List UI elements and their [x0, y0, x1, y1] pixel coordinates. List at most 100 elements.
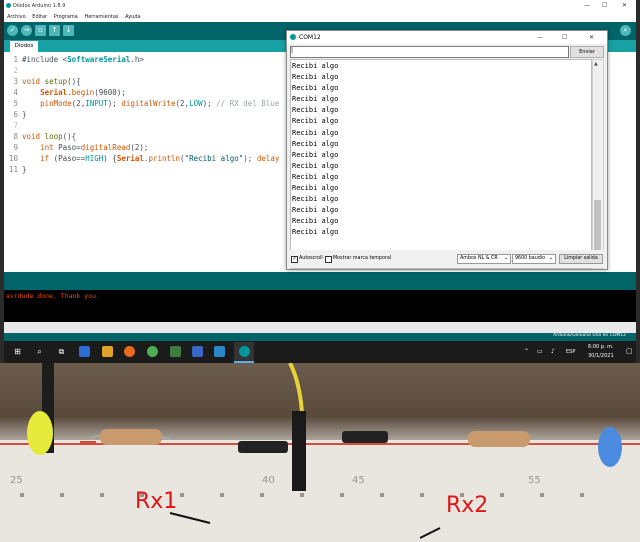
- firefox-icon[interactable]: [124, 346, 135, 357]
- close-icon[interactable]: ✕: [622, 2, 627, 9]
- line-number: 4: [13, 88, 18, 97]
- board-status: Arduino/Genuino Uno en COM12: [4, 333, 636, 341]
- notifications-icon[interactable]: ▢: [626, 347, 633, 355]
- code-line-10: if (Paso==HIGH) {Serial.println("Recibi …: [40, 154, 280, 163]
- arduino-taskbar-icon[interactable]: [234, 342, 254, 363]
- autoscroll-label: Autoscroll: [299, 256, 323, 261]
- timestamp-checkbox[interactable]: [325, 256, 332, 263]
- send-button[interactable]: Enviar: [570, 46, 604, 58]
- arduino-app-icon: [6, 3, 11, 8]
- serial-line: Recibi algo: [292, 139, 339, 148]
- serial-line: Recibi algo: [292, 161, 339, 170]
- baud-select[interactable]: 9600 baudio ⌄: [512, 254, 556, 264]
- line-number: 5: [13, 99, 18, 108]
- serial-send-input[interactable]: |: [290, 46, 569, 58]
- serial-line: Recibi algo: [292, 128, 339, 137]
- new-sketch-icon[interactable]: ▫: [35, 25, 46, 36]
- upload-icon[interactable]: →: [21, 25, 32, 36]
- close-icon[interactable]: ✕: [589, 34, 594, 41]
- timestamp-label: Mostrar marca temporal: [333, 256, 392, 261]
- serial-line: Recibi algo: [292, 228, 339, 237]
- code-line-9: int Paso=digitalRead(2);: [40, 143, 149, 152]
- language-indicator[interactable]: ESP: [566, 349, 575, 355]
- line-number: 3: [13, 77, 18, 86]
- line-number: 6: [13, 110, 18, 119]
- line-number: 10: [8, 154, 18, 163]
- menu-editar[interactable]: Editar: [32, 14, 47, 20]
- serial-titlebar: COM12 — ☐ ✕: [287, 31, 607, 44]
- serial-title: COM12: [299, 34, 321, 41]
- clear-output-button[interactable]: Limpiar salida: [559, 254, 603, 264]
- serial-line: Recibi algo: [292, 150, 339, 159]
- menu-herramientas[interactable]: Herramientas: [84, 14, 118, 20]
- serial-lines: Recibi algo Recibi algo Recibi algo Recibi …: [291, 60, 591, 239]
- save-sketch-icon[interactable]: ↓: [63, 25, 74, 36]
- menu-programa[interactable]: Programa: [54, 14, 78, 20]
- code-line-4: Serial.begin(9600);: [40, 88, 126, 97]
- menu-ayuda[interactable]: Ayuda: [125, 14, 140, 20]
- maximize-icon[interactable]: ☐: [602, 2, 607, 9]
- baud-value: 9600 baudio: [515, 256, 546, 261]
- minimize-icon[interactable]: —: [537, 34, 543, 41]
- word-icon[interactable]: [214, 346, 225, 357]
- serial-line: Recibi algo: [292, 95, 339, 104]
- code-line-5: pinMode(2,INPUT); digitalWrite(2,LOW); /…: [40, 99, 280, 108]
- mail-icon[interactable]: [192, 346, 203, 357]
- serial-line: Recibi algo: [292, 106, 339, 115]
- file-explorer-icon[interactable]: [102, 346, 113, 357]
- serial-monitor-window: COM12 — ☐ ✕ | Enviar Recibi algo Recibi a…: [286, 30, 608, 270]
- search-icon[interactable]: ⌕: [34, 346, 45, 357]
- message-bar: [4, 272, 636, 290]
- line-number: 1: [13, 55, 18, 64]
- menu-archivo[interactable]: Archivo: [7, 14, 26, 20]
- ide-titlebar: Diodos Arduino 1.8.9 — ☐ ✕: [4, 0, 636, 12]
- code-line-11: }: [22, 165, 27, 174]
- autoscroll-checkbox[interactable]: ✓: [291, 256, 298, 263]
- tab-diodos[interactable]: Diodos: [10, 41, 38, 52]
- serial-line: Recibi algo: [292, 117, 339, 126]
- chevron-down-icon: ⌄: [548, 256, 553, 261]
- tray-up-icon[interactable]: ⌃: [524, 348, 529, 355]
- serial-line: Recibi algo: [292, 84, 339, 93]
- serial-options-bar: ✓ Autoscroll Mostrar marca temporal Ambo…: [287, 250, 607, 268]
- network-icon[interactable]: ▭: [537, 348, 543, 355]
- clock-time[interactable]: 6:00 p. m.: [588, 344, 614, 350]
- breadboard-photo: 25 40 45 55 Rx1 Rx2: [0, 363, 640, 542]
- serial-line: Recibi algo: [292, 195, 339, 204]
- serial-output[interactable]: Recibi algo Recibi algo Recibi algo Recibi …: [290, 59, 592, 269]
- serial-line: Recibi algo: [292, 172, 339, 181]
- windows-taskbar: ⊞ ⌕ ⧉ ⌃ ▭ ♪ ESP 6:00 p. m. 30/1/2021 ▢: [4, 341, 636, 363]
- maximize-icon[interactable]: ☐: [562, 34, 567, 41]
- code-line-3: void setup(){: [22, 77, 81, 86]
- board-status-text: Arduino/Genuino Uno en COM12: [553, 333, 626, 338]
- serial-line: Recibi algo: [292, 206, 339, 215]
- open-sketch-icon[interactable]: ↑: [49, 25, 60, 36]
- line-ending-value: Ambos NL & CR: [460, 256, 498, 261]
- serial-line: Recibi algo: [292, 62, 339, 70]
- line-number: 8: [13, 132, 18, 141]
- label-rx2: Rx2: [446, 493, 489, 518]
- verify-icon[interactable]: ✓: [7, 25, 18, 36]
- serial-line: Recibi algo: [292, 184, 339, 193]
- ide-title: Diodos Arduino 1.8.9: [13, 3, 66, 9]
- line-number: 9: [13, 143, 18, 152]
- windows-start-icon[interactable]: ⊞: [12, 346, 23, 357]
- minimize-icon[interactable]: —: [584, 2, 590, 9]
- ide-menubar: Archivo Editar Programa Herramientas Ayu…: [4, 12, 636, 22]
- line-ending-select[interactable]: Ambos NL & CR ⌄: [457, 254, 511, 264]
- store-icon[interactable]: [79, 346, 90, 357]
- task-view-icon[interactable]: ⧉: [56, 346, 67, 357]
- serial-monitor-icon[interactable]: ⌕: [620, 25, 631, 36]
- app-icon[interactable]: [170, 346, 181, 357]
- volume-icon[interactable]: ♪: [551, 348, 555, 355]
- serial-line: Recibi algo: [292, 73, 339, 82]
- clock-date[interactable]: 30/1/2021: [588, 353, 614, 359]
- console-text: avrdude done. Thank you.: [6, 292, 100, 300]
- code-line-8: void loop(){: [22, 132, 77, 141]
- scroll-up-icon[interactable]: ▲: [594, 61, 598, 67]
- chrome-icon[interactable]: [147, 346, 158, 357]
- serial-scrollbar[interactable]: ▲ ▼: [592, 59, 604, 269]
- line-number: 11: [8, 165, 18, 174]
- code-line-6: }: [22, 110, 27, 119]
- circuit-components: [20, 363, 622, 539]
